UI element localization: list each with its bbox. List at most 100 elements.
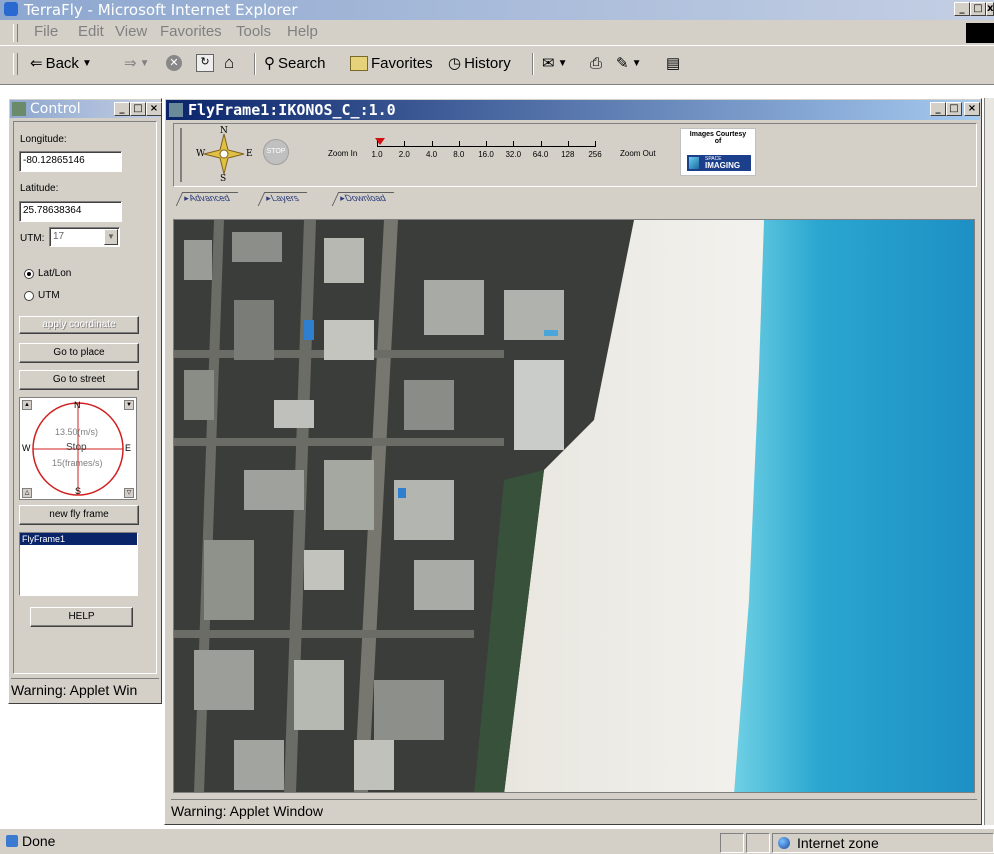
menu-file[interactable]: File (34, 23, 58, 40)
new-fly-frame-button[interactable]: new fly frame (19, 505, 139, 525)
menu-view[interactable]: View (115, 23, 147, 40)
tab-download[interactable]: ▸Download (331, 192, 394, 206)
status-pane (746, 833, 770, 853)
satellite-image (174, 220, 974, 792)
menu-favorites[interactable]: Favorites (160, 23, 222, 40)
compass-south-label: S (75, 486, 82, 496)
fly-frame-list[interactable]: FlyFrame1 (19, 532, 138, 596)
zoom-level-label[interactable]: 16.0 (478, 150, 494, 159)
minimize-button[interactable]: _ (930, 102, 946, 116)
zoom-level-label[interactable]: 4.0 (426, 150, 437, 159)
scroll-down-left-icon[interactable]: △ (22, 488, 32, 498)
control-title-bar[interactable]: Control _ □ × (10, 100, 162, 118)
home-button[interactable]: ⌂ (224, 51, 234, 75)
mail-button[interactable]: ✉ ▼ (542, 51, 567, 75)
radio-utm[interactable]: UTM (24, 290, 60, 301)
chevron-down-icon: ▼ (81, 57, 92, 69)
zoom-levels: 1.0 2.0 4.0 8.0 16.0 32.0 64.0 128 256 (371, 150, 602, 162)
zoom-ticks (372, 141, 602, 147)
control-warning: Warning: Applet Win (11, 678, 159, 701)
close-button[interactable]: × (146, 102, 162, 116)
zoom-tick (540, 141, 542, 147)
maximize-button[interactable]: □ (946, 102, 962, 116)
refresh-button[interactable]: ↻ (196, 51, 214, 75)
go-to-street-button[interactable]: Go to street (19, 370, 139, 390)
scroll-up-right-icon[interactable]: ▼ (124, 400, 134, 410)
satellite-map[interactable] (173, 219, 975, 793)
chevron-down-icon: ▼ (631, 57, 642, 69)
chevron-down-icon: ▼ (139, 57, 150, 69)
discuss-button[interactable]: ▤ (666, 51, 680, 75)
zoom-level-label[interactable]: 32.0 (505, 150, 521, 159)
space-imaging-logo: Images Courtesy of SPACE IMAGING (680, 128, 756, 176)
history-label: History (464, 54, 511, 72)
page-icon (6, 835, 18, 847)
courtesy-line1: Images Courtesy (689, 131, 747, 138)
menu-edit[interactable]: Edit (78, 23, 104, 40)
longitude-input[interactable]: -80.12865146 (19, 151, 122, 172)
menu-tools[interactable]: Tools (236, 23, 271, 40)
stop-button[interactable]: ✕ (166, 51, 182, 75)
toolbar-grip (13, 53, 18, 75)
browser-title-bar[interactable]: TerraFly - Microsoft Internet Explorer _… (0, 0, 994, 20)
close-button[interactable]: x (986, 2, 994, 16)
compass-north-label: N (74, 400, 81, 410)
scroll-up-left-icon[interactable]: ▲ (22, 400, 32, 410)
help-button[interactable]: HELP (30, 607, 133, 627)
print-button[interactable]: ⎙ (590, 51, 602, 75)
space-imaging-brand: SPACE IMAGING (687, 155, 751, 171)
utm-label: UTM: (20, 233, 45, 244)
flyframe-title-bar[interactable]: FlyFrame1:IKONOS_C_:1.0 _ □ × (166, 100, 980, 120)
history-button[interactable]: ◷ History (448, 51, 511, 75)
control-window: Control _ □ × Longitude: -80.12865146 La… (8, 98, 162, 704)
zone-text: Internet zone (797, 835, 879, 851)
favorites-icon (350, 55, 368, 71)
utm-zone-select[interactable]: 17 ▼ (49, 227, 120, 247)
compass-stop-button[interactable]: Stop (66, 442, 87, 453)
radio-latlon[interactable]: Lat/Lon (24, 268, 71, 279)
zoom-level-label[interactable]: 128 (561, 150, 574, 159)
zoom-tick (595, 141, 596, 147)
page-scrollbar[interactable] (984, 98, 994, 825)
compass-rose-icon[interactable] (202, 132, 246, 176)
zoom-level-label[interactable]: 2.0 (399, 150, 410, 159)
frame-separator (180, 128, 182, 182)
menu-help[interactable]: Help (287, 23, 318, 40)
forward-button[interactable]: ⇒ ▼ (124, 51, 149, 75)
edit-button[interactable]: ✎ ▼ (616, 51, 641, 75)
compass-east-label: E (125, 443, 132, 453)
tab-label: ▸Layers (266, 193, 301, 203)
favorites-button[interactable]: Favorites (350, 51, 433, 75)
print-icon: ⎙ (590, 54, 603, 72)
zoom-level-label[interactable]: 8.0 (453, 150, 464, 159)
radio-latlon-label: Lat/Lon (38, 268, 72, 279)
browser-title: TerraFly - Microsoft Internet Explorer (24, 1, 298, 19)
apply-coordinate-button[interactable]: apply coordinate (19, 316, 139, 334)
compass-west-label: W (22, 443, 31, 453)
zoom-level-label[interactable]: 1.0 (371, 150, 382, 159)
flyframe-title: FlyFrame1:IKONOS_C_:1.0 (188, 101, 396, 119)
maximize-button[interactable]: □ (130, 102, 146, 116)
zoom-out-label[interactable]: Zoom Out (620, 149, 656, 158)
tab-advanced[interactable]: ▸Advanced (175, 192, 238, 206)
minimize-button[interactable]: _ (954, 2, 970, 16)
navigation-compass[interactable]: N S W E 13.50(m/s) Stop 15(frames/s) ▲ ▼… (19, 397, 137, 500)
close-button[interactable]: × (964, 102, 980, 116)
browser-toolbar: ⇐ Back ▼ ⇒ ▼ ✕ ↻ ⌂ ⚲ Search Favorites ◷ … (0, 47, 994, 81)
stop-button[interactable]: STOP (263, 139, 289, 165)
chevron-down-icon: ▼ (104, 229, 118, 245)
scroll-down-right-icon[interactable]: ▽ (124, 488, 134, 498)
go-to-place-button[interactable]: Go to place (19, 343, 139, 363)
tab-layers[interactable]: ▸Layers (257, 192, 307, 206)
maximize-button[interactable]: □ (970, 2, 986, 16)
zoom-slider[interactable]: 1.0 2.0 4.0 8.0 16.0 32.0 64.0 128 256 (371, 138, 602, 172)
zoom-level-label[interactable]: 64.0 (533, 150, 549, 159)
search-button[interactable]: ⚲ Search (264, 51, 326, 75)
minimize-button[interactable]: _ (114, 102, 130, 116)
zoom-level-label[interactable]: 256 (588, 150, 601, 159)
latitude-input[interactable]: 25.78638364 (19, 201, 122, 222)
list-item-flyframe1[interactable]: FlyFrame1 (20, 533, 137, 545)
zoom-tick (458, 141, 460, 147)
zoom-in-label[interactable]: Zoom In (328, 149, 357, 158)
back-button[interactable]: ⇐ Back ▼ (30, 51, 92, 75)
